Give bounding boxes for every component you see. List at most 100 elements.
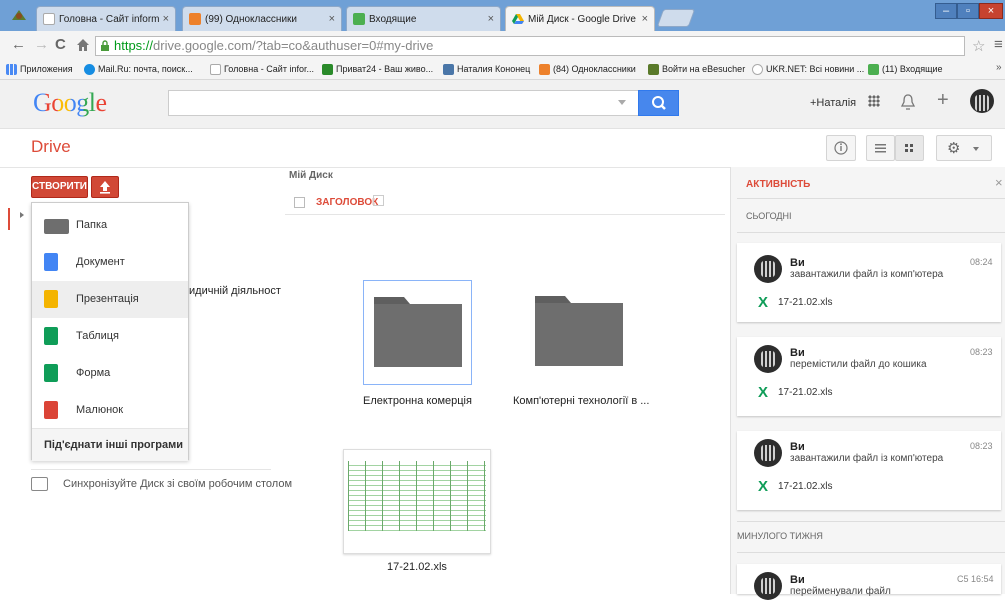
bookmark-apps[interactable]: Приложения xyxy=(6,62,73,76)
user-name-link[interactable]: +Наталія xyxy=(810,97,856,109)
list-view-icon xyxy=(875,144,886,153)
close-icon[interactable]: × xyxy=(642,13,648,25)
address-bar[interactable]: https://drive.google.com/?tab=co&authuse… xyxy=(95,36,965,56)
create-menu-spreadsheet[interactable]: Таблиця xyxy=(32,318,188,355)
section-today: СЬОГОДНІ xyxy=(746,211,792,221)
close-icon[interactable]: × xyxy=(995,175,1003,190)
bookmark-mailru[interactable]: Mail.Ru: почта, поиск... xyxy=(84,62,193,76)
activity-file[interactable]: 17-21.02.xls xyxy=(778,481,832,492)
home-icon[interactable] xyxy=(76,38,90,55)
activity-card[interactable]: Ви завантажили файл із комп'ютера 08:23 … xyxy=(737,431,1001,510)
upload-button[interactable] xyxy=(91,176,119,198)
bookmark-inbox[interactable]: (11) Входящие xyxy=(868,62,943,76)
drawing-icon xyxy=(44,401,58,419)
ebesucher-icon xyxy=(648,63,659,75)
folder-item[interactable] xyxy=(363,280,472,385)
activity-file[interactable]: 17-21.02.xls xyxy=(778,297,832,308)
excel-file-icon: X xyxy=(758,384,769,401)
create-button[interactable]: СТВОРИТИ xyxy=(31,176,88,198)
create-menu-folder[interactable]: Папка xyxy=(32,207,188,244)
activity-user: Ви xyxy=(790,257,805,269)
avatar[interactable] xyxy=(970,89,994,113)
page-title[interactable]: Drive xyxy=(31,137,71,157)
tab-informatika[interactable]: Головна - Сайт informatika × xyxy=(36,6,176,31)
sync-desktop-link[interactable]: Синхронізуйте Диск зі своїм робочим стол… xyxy=(63,478,292,490)
sync-desktop-icon[interactable] xyxy=(31,477,48,491)
maximize-button[interactable]: ▫ xyxy=(957,3,979,19)
activity-action: перейменували файл xyxy=(790,586,891,597)
sort-dropdown-icon[interactable] xyxy=(373,195,384,206)
info-icon xyxy=(834,141,848,155)
new-tab-button[interactable] xyxy=(656,9,696,27)
bookmarks-more[interactable]: » xyxy=(996,62,1002,73)
bookmark-star-icon[interactable]: ☆ xyxy=(972,37,985,55)
excel-file-icon: X xyxy=(758,294,769,311)
tab-google-drive[interactable]: Мій Диск - Google Drive × xyxy=(505,6,655,31)
inbox-icon xyxy=(868,63,879,75)
browser-menu-icon[interactable] xyxy=(10,8,28,22)
spreadsheet-icon xyxy=(44,327,58,345)
mailru-icon xyxy=(84,63,95,75)
connect-more-apps[interactable]: Під'єднати інші програми xyxy=(32,428,188,461)
details-button[interactable] xyxy=(826,135,856,161)
bookmark-privat24[interactable]: Приват24 - Ваш живо... xyxy=(322,62,433,76)
create-menu-drawing[interactable]: Малюнок xyxy=(32,392,188,429)
search-input[interactable] xyxy=(168,90,638,116)
google-logo[interactable]: Google xyxy=(33,88,107,118)
tab-inbox[interactable]: Входящие × xyxy=(346,6,501,31)
file-item[interactable] xyxy=(343,449,491,554)
tab-odnoklassniki[interactable]: (99) Одноклассники × xyxy=(182,6,342,31)
activity-card[interactable]: Ви перемістили файл до кошика 08:23 X 17… xyxy=(737,337,1001,416)
create-menu-document[interactable]: Документ xyxy=(32,244,188,281)
create-menu: Папка Документ Презентація Таблиця Форма… xyxy=(31,202,189,461)
share-plus-icon[interactable]: + xyxy=(937,89,949,112)
create-menu-presentation[interactable]: Презентація xyxy=(32,281,188,318)
sidebar-collapse-arrow[interactable] xyxy=(20,212,24,218)
back-icon[interactable]: ← xyxy=(11,36,26,53)
sort-header[interactable]: ЗАГОЛОВОК xyxy=(316,197,378,208)
minimize-button[interactable]: – xyxy=(935,3,957,19)
close-window-button[interactable]: × xyxy=(979,3,1003,19)
bookmark-ukrnet[interactable]: UKR.NET: Всі новини ... xyxy=(752,62,864,76)
bookmark-ebesucher[interactable]: Войти на eBesucher xyxy=(648,62,745,76)
folder-item[interactable] xyxy=(525,280,634,385)
close-icon[interactable]: × xyxy=(329,13,335,25)
sidebar-divider xyxy=(31,469,271,470)
presentation-icon xyxy=(44,290,58,308)
settings-button[interactable]: ⚙ xyxy=(936,135,992,161)
chrome-menu-icon[interactable]: ≡ xyxy=(994,36,1003,53)
close-icon[interactable]: × xyxy=(488,13,494,25)
activity-card[interactable]: Ви завантажили файл із комп'ютера 08:24 … xyxy=(737,243,1001,322)
section-last-week: МИНУЛОГО ТИЖНЯ xyxy=(737,531,823,541)
chevron-down-icon xyxy=(973,147,979,151)
activity-user: Ви xyxy=(790,574,805,586)
sidebar-selection-marker xyxy=(8,208,10,230)
list-view-button[interactable] xyxy=(866,135,895,161)
chevron-down-icon[interactable] xyxy=(618,100,626,105)
bookmark-informatika[interactable]: Головна - Сайт infor... xyxy=(210,62,314,76)
close-icon[interactable]: × xyxy=(163,13,169,25)
avatar xyxy=(754,255,782,283)
forward-icon[interactable]: → xyxy=(34,36,49,53)
create-menu-form[interactable]: Форма xyxy=(32,355,188,392)
grid-view-button[interactable] xyxy=(895,135,924,161)
folder-name[interactable]: Електронна комерція xyxy=(363,395,472,407)
search-button[interactable] xyxy=(638,90,679,116)
apps-grid-icon[interactable] xyxy=(868,95,880,107)
grid-view-icon xyxy=(905,144,913,152)
reload-icon[interactable]: C xyxy=(55,36,66,53)
folder-name[interactable]: Комп'ютерні технології в ... xyxy=(513,395,649,407)
folder-icon xyxy=(374,297,462,367)
select-all-checkbox[interactable] xyxy=(294,197,305,208)
page-icon xyxy=(210,63,221,75)
bookmark-vk[interactable]: Наталия Кононец xyxy=(443,62,530,76)
activity-file[interactable]: 17-21.02.xls xyxy=(778,387,832,398)
inbox-icon xyxy=(353,13,365,25)
activity-card[interactable]: Ви перейменували файл С5 16:54 xyxy=(737,564,1001,600)
notifications-bell-icon[interactable] xyxy=(900,93,916,114)
sidebar-item-partial[interactable]: идичній діяльност xyxy=(189,285,281,297)
bookmark-odnoklassniki[interactable]: (84) Одноклассники xyxy=(539,62,636,76)
odnoklassniki-icon xyxy=(539,63,550,75)
breadcrumb[interactable]: Мій Диск xyxy=(289,170,333,181)
file-name[interactable]: 17-21.02.xls xyxy=(387,561,447,573)
